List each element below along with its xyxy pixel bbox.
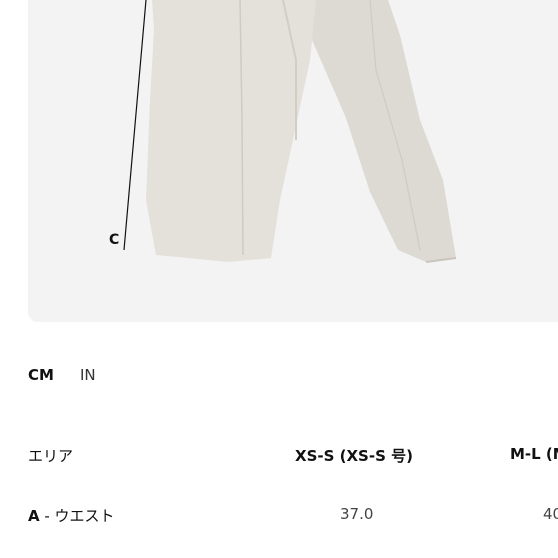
row-label: A - ウエスト (28, 505, 115, 526)
unit-in-tab[interactable]: IN (80, 366, 96, 384)
unit-cm-tab[interactable]: CM (28, 366, 54, 384)
header-area: エリア (28, 447, 74, 465)
measure-label-c: C (109, 232, 120, 248)
header-size-xs-s: XS-S (XS-S 号) (295, 447, 413, 465)
unit-toggle: CM IN (28, 366, 96, 384)
measure-line (123, 0, 147, 251)
row-value-xs-s: 37.0 (340, 505, 374, 523)
product-image: C (28, 0, 558, 322)
header-size-m-l: M-L (M (510, 445, 558, 463)
row-value-m-l: 40 (543, 505, 558, 523)
pants-illustration (123, 0, 457, 263)
row-key: A (28, 507, 40, 525)
row-label-text: - ウエスト (39, 507, 115, 525)
